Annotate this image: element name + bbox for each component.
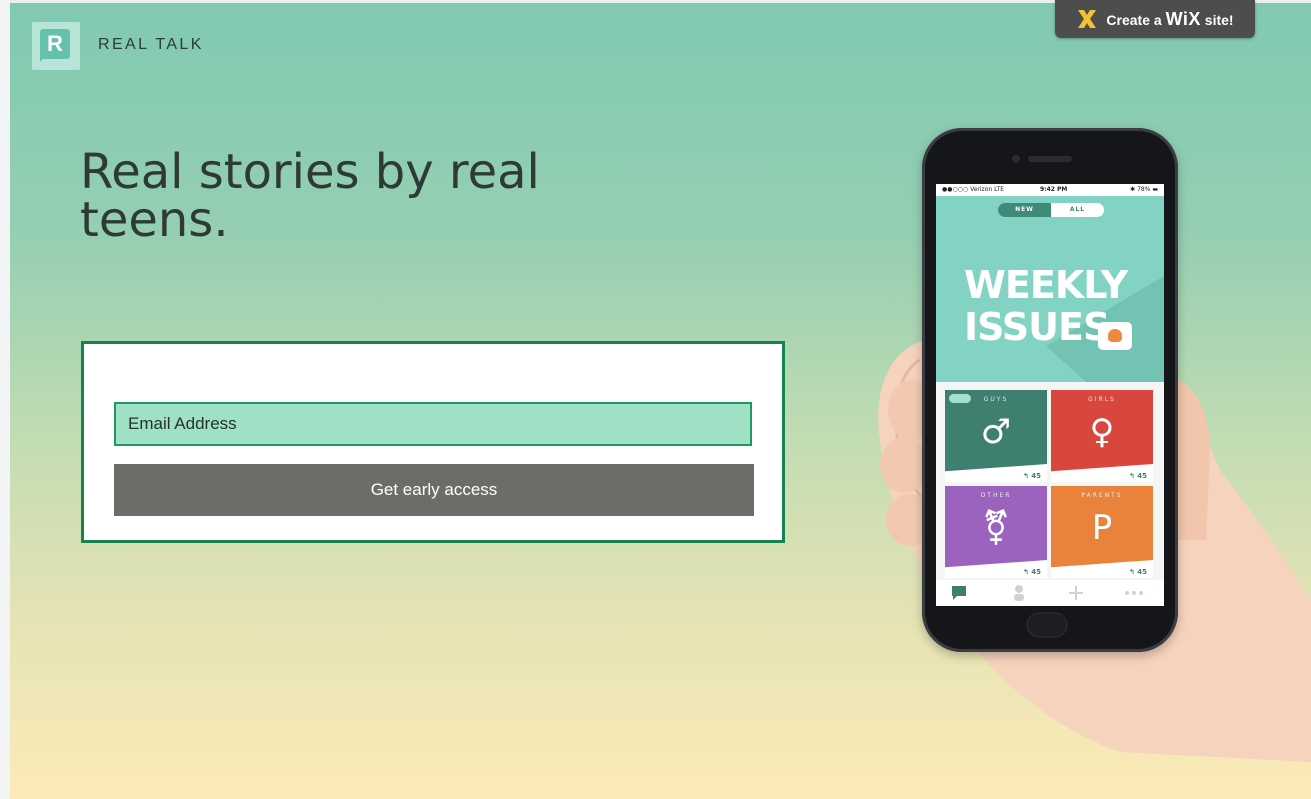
chat-icon[interactable]	[950, 585, 968, 601]
tile-reply-count: ↰ 45	[1022, 568, 1041, 576]
add-icon[interactable]	[1068, 585, 1084, 601]
more-icon[interactable]	[1124, 590, 1144, 596]
tile-other[interactable]: OTHER ⚧ ↰ 45	[945, 486, 1047, 578]
weekly-line-2: ISSUES	[964, 305, 1110, 349]
home-button	[1026, 612, 1068, 638]
tile-parents[interactable]: PARENTS P ↰ 45	[1051, 486, 1153, 578]
hero-headline: Real stories by real teens.	[80, 148, 640, 244]
signup-form: Get early access	[81, 341, 785, 543]
status-time: 9:42 PM	[1040, 186, 1068, 193]
phone-camera	[1012, 155, 1020, 163]
flame-icon	[1108, 329, 1122, 342]
status-carrier: ●●○○○ Verizon LTE	[942, 186, 1005, 193]
status-battery: ✱ 78% ▬	[1130, 186, 1158, 193]
hero-headline-line-2: teens.	[80, 192, 229, 248]
logo-icon[interactable]: R	[32, 22, 80, 70]
tile-category: GUYS	[983, 396, 1009, 403]
tile-girls[interactable]: GIRLS ♀ ↰ 45	[1051, 390, 1153, 482]
create-wix-site-button[interactable]: Create a WiX site!	[1055, 0, 1255, 38]
weekly-line-1: WEEKLY	[964, 263, 1128, 307]
wix-badge-suffix: site!	[1204, 11, 1234, 28]
profile-icon[interactable]	[1012, 584, 1026, 602]
phone-speaker	[1028, 156, 1072, 162]
male-symbol-icon: ♂	[980, 412, 1012, 452]
tile-category: GIRLS	[1088, 396, 1116, 403]
tab-new[interactable]: NEW	[998, 203, 1051, 217]
tab-all[interactable]: ALL	[1051, 203, 1104, 217]
get-early-access-button[interactable]: Get early access	[114, 464, 754, 516]
wix-badge-label: Create a WiX site!	[1106, 9, 1233, 30]
tile-guys[interactable]: GUYS ♂ ↰ 45	[945, 390, 1047, 482]
email-input[interactable]	[114, 402, 752, 446]
tile-category: PARENTS	[1081, 492, 1123, 499]
tile-reply-count: ↰ 45	[1022, 472, 1041, 480]
left-edge	[0, 0, 10, 799]
wix-x-icon	[1078, 10, 1097, 28]
female-symbol-icon: ♀	[1089, 412, 1115, 452]
transgender-symbol-icon: ⚧	[981, 508, 1011, 548]
brand-name[interactable]: REAL TALK	[98, 36, 204, 54]
feed-toggle[interactable]: NEW ALL	[998, 203, 1104, 217]
phone-screen: ●●○○○ Verizon LTE 9:42 PM ✱ 78% ▬ WEEKLY…	[936, 184, 1164, 606]
parents-letter-icon: P	[1091, 508, 1113, 548]
weekly-issues-banner: WEEKLY ISSUES	[936, 196, 1164, 382]
phone-status-bar: ●●○○○ Verizon LTE 9:42 PM ✱ 78% ▬	[936, 184, 1164, 196]
tile-category: OTHER	[980, 492, 1012, 499]
logo-letter: R	[47, 31, 63, 56]
wix-badge-prefix: Create a	[1106, 11, 1162, 28]
flame-chat-icon	[1098, 322, 1132, 350]
tile-reply-count: ↰ 45	[1128, 568, 1147, 576]
wix-badge-word: WiX	[1165, 8, 1201, 29]
tile-reply-count: ↰ 45	[1128, 472, 1147, 480]
phone-mockup: ●●○○○ Verizon LTE 9:42 PM ✱ 78% ▬ WEEKLY…	[922, 128, 1178, 652]
phone-tab-bar	[936, 580, 1164, 606]
